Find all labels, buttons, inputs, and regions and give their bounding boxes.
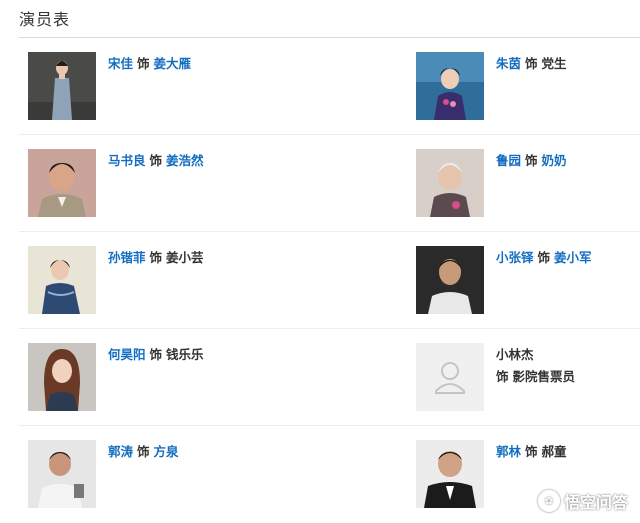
cast-info: 何昊阳饰钱乐乐	[108, 346, 204, 364]
cast-info: 小张铎饰姜小军	[496, 249, 592, 267]
actor-name-link[interactable]: 郭涛	[108, 444, 133, 459]
cast-card: 何昊阳饰钱乐乐	[28, 343, 388, 411]
wukong-logo-icon: ✿	[537, 490, 560, 512]
actor-name-link[interactable]: 宋佳	[108, 56, 133, 71]
cast-card: 马书良饰姜浩然	[28, 149, 388, 217]
as-label: 饰	[149, 250, 163, 265]
cast-info: 孙锴菲饰姜小芸	[108, 249, 204, 267]
page-title: 演员表	[19, 10, 71, 29]
cast-card: 小张铎饰姜小军	[416, 246, 640, 314]
as-label: 饰	[137, 444, 150, 459]
as-label: 饰	[149, 347, 163, 362]
role-name-link[interactable]: 方泉	[154, 444, 179, 459]
as-label: 饰	[525, 444, 538, 459]
role-name-link[interactable]: 姜大雁	[154, 56, 192, 71]
actor-name-link[interactable]: 朱茵	[496, 56, 521, 71]
cast-info: 郭林饰郝童	[496, 443, 567, 461]
actor-photo-icon[interactable]	[28, 440, 96, 508]
actor-photo-icon[interactable]	[28, 149, 96, 217]
actor-name-link[interactable]: 鲁园	[496, 153, 521, 168]
role-name: 郝童	[541, 444, 567, 459]
cast-info: 小林杰 饰影院售票员	[496, 346, 575, 386]
as-label: 饰	[149, 153, 163, 168]
actress-photo-icon[interactable]	[416, 52, 484, 120]
role-name-link[interactable]: 奶奶	[542, 153, 567, 168]
actor-name: 小林杰	[496, 347, 534, 362]
actress-photo-icon[interactable]	[416, 149, 484, 217]
cast-info: 朱茵饰党生	[496, 55, 567, 73]
cast-row: 孙锴菲饰姜小芸 小张铎饰姜小军	[19, 232, 640, 329]
actor-photo-icon[interactable]	[416, 246, 484, 314]
as-label: 饰	[496, 369, 509, 384]
cast-card: 朱茵饰党生	[416, 52, 640, 120]
actor-name-link[interactable]: 何昊阳	[108, 347, 146, 362]
actor-name-link[interactable]: 马书良	[108, 153, 146, 168]
cast-row: 何昊阳饰钱乐乐 小林杰 饰影院售票员	[19, 329, 640, 426]
actor-name-link[interactable]: 孙锴菲	[108, 250, 146, 265]
cast-grid: 宋佳饰姜大雁 朱茵饰党生 马书良饰姜浩然 鲁园饰奶奶 孙锴菲 饰 姜小芸 小张铎…	[19, 38, 640, 523]
cast-info: 宋佳饰姜大雁	[108, 55, 191, 73]
watermark-text: 悟空问答	[563, 493, 628, 512]
cast-card: 鲁园饰奶奶	[416, 149, 640, 217]
actress-photo-icon[interactable]	[28, 246, 96, 314]
watermark: ✿ 悟空问答	[537, 489, 628, 513]
role-name-link[interactable]: 姜小军	[554, 250, 592, 265]
role-name: 党生	[541, 56, 567, 71]
cast-row: 马书良饰姜浩然 鲁园饰奶奶	[19, 135, 640, 232]
as-label: 饰	[525, 56, 538, 71]
cast-info: 郭涛饰方泉	[108, 443, 179, 461]
as-label: 饰	[137, 56, 150, 71]
cast-card: 小林杰 饰影院售票员	[416, 343, 640, 411]
role-name: 姜小芸	[166, 250, 204, 265]
cast-card: 郭涛饰方泉	[28, 440, 388, 508]
cast-card: 宋佳饰姜大雁	[28, 52, 388, 120]
actress-photo-icon[interactable]	[28, 52, 96, 120]
as-label: 饰	[525, 153, 538, 168]
cast-info: 马书良饰姜浩然	[108, 152, 204, 170]
cast-row: 宋佳饰姜大雁 朱茵饰党生	[19, 38, 640, 135]
cast-card: 孙锴菲饰姜小芸	[28, 246, 388, 314]
role-name: 钱乐乐	[166, 347, 204, 362]
actor-name-link[interactable]: 小张铎	[496, 250, 534, 265]
role-name-link[interactable]: 姜浩然	[166, 153, 204, 168]
actress-photo-icon[interactable]	[28, 343, 96, 411]
cast-info: 鲁园饰奶奶	[496, 152, 567, 170]
actor-name-link[interactable]: 郭林	[496, 444, 521, 459]
default-avatar-icon	[416, 343, 484, 411]
role-name: 影院售票员	[512, 369, 576, 384]
as-label: 饰	[537, 250, 551, 265]
actor-photo-icon[interactable]	[416, 440, 484, 508]
